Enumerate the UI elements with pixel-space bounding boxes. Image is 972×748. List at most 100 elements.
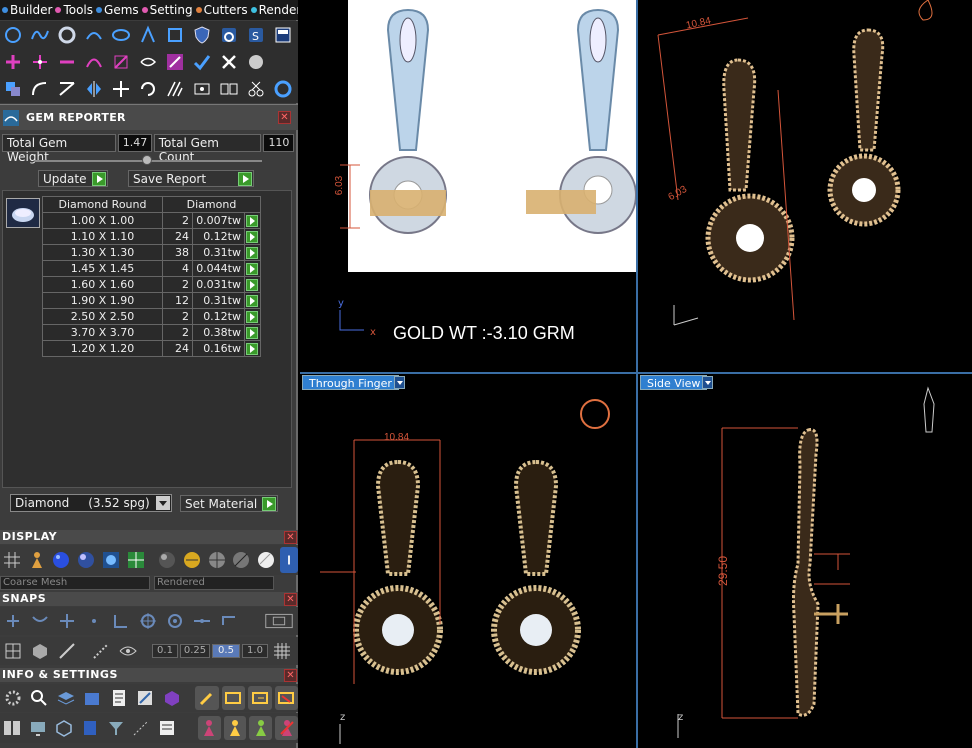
view-name-label[interactable]: Side View xyxy=(640,375,708,390)
grid-icon[interactable] xyxy=(1,548,23,572)
magic-icon[interactable] xyxy=(163,50,187,74)
menu-gems[interactable]: Gems xyxy=(96,3,139,17)
set-material-go-icon[interactable] xyxy=(262,497,276,511)
select-gem-arrow-icon[interactable] xyxy=(246,310,258,323)
notes-icon[interactable] xyxy=(133,686,156,710)
dots-icon[interactable] xyxy=(89,639,113,663)
move-icon[interactable] xyxy=(109,77,133,101)
figure-stop-icon[interactable] xyxy=(275,716,299,740)
viewport-front[interactable]: 6.03 y x xyxy=(300,0,636,372)
table-row[interactable]: 2.50 X 2.50 2 0.12tw xyxy=(42,308,261,325)
layers-icon[interactable] xyxy=(54,686,77,710)
figure-run-icon[interactable] xyxy=(249,716,273,740)
snap-value-0-1[interactable]: 0.1 xyxy=(152,644,178,658)
scale-icon[interactable] xyxy=(109,50,133,74)
layout-icon[interactable] xyxy=(125,548,147,572)
gem-cutter-icon[interactable] xyxy=(163,23,187,47)
snap-center-icon[interactable] xyxy=(136,609,160,633)
report-icon[interactable] xyxy=(156,716,179,740)
snap-point-icon[interactable] xyxy=(82,609,106,633)
arc-icon[interactable] xyxy=(82,50,106,74)
snap-curve-icon[interactable] xyxy=(28,609,52,633)
scatter-icon[interactable] xyxy=(130,716,153,740)
pipe-icon[interactable] xyxy=(109,23,133,47)
figure-walk-icon[interactable] xyxy=(223,716,247,740)
close-info-icon[interactable]: ✕ xyxy=(284,669,297,682)
chevron-down-icon[interactable] xyxy=(702,376,713,389)
snap-grid-toggle-icon[interactable] xyxy=(270,639,294,663)
viewport-side-view[interactable]: Side View 29.50 z xyxy=(638,374,972,748)
snap-line-icon[interactable] xyxy=(190,609,214,633)
select-gem-arrow-icon[interactable] xyxy=(246,246,258,259)
view-name-label[interactable]: Through Finger xyxy=(302,375,399,390)
shield-icon[interactable] xyxy=(190,23,214,47)
snap-frame-icon[interactable] xyxy=(261,609,297,633)
table-row[interactable]: 1.90 X 1.90 12 0.31tw xyxy=(42,292,261,309)
boolean-icon[interactable] xyxy=(1,77,25,101)
monitor-icon[interactable] xyxy=(27,716,50,740)
rotate-icon[interactable] xyxy=(136,77,160,101)
bail-icon[interactable] xyxy=(217,23,241,47)
render-sphere-icon[interactable] xyxy=(100,548,122,572)
book-icon[interactable] xyxy=(78,716,101,740)
snap-end-icon[interactable] xyxy=(217,609,241,633)
snap-grid-icon[interactable] xyxy=(1,609,25,633)
freeform-curve-icon[interactable] xyxy=(28,23,52,47)
viewport-through-finger[interactable]: Through Finger 10.84 z xyxy=(300,374,636,748)
save-report-go-icon[interactable] xyxy=(238,172,252,186)
array-icon[interactable] xyxy=(163,77,187,101)
chevron-down-icon[interactable] xyxy=(156,496,170,510)
snap-corner-icon[interactable] xyxy=(109,609,133,633)
plus-pink-icon[interactable] xyxy=(1,50,25,74)
snap-value-0-5[interactable]: 0.5 xyxy=(212,644,240,658)
settings-gear-icon[interactable] xyxy=(1,686,24,710)
cross-icon[interactable] xyxy=(217,50,241,74)
figure-icon[interactable] xyxy=(26,548,48,572)
select-gem-arrow-icon[interactable] xyxy=(246,278,258,291)
filter-icon[interactable] xyxy=(104,716,127,740)
table-row[interactable]: 1.00 X 1.00 2 0.007tw xyxy=(42,212,261,229)
render-mode-select[interactable]: Rendered xyxy=(154,576,274,590)
signet-icon[interactable]: S xyxy=(244,23,268,47)
sphere-icon[interactable] xyxy=(244,50,268,74)
table-row[interactable]: 1.30 X 1.30 38 0.31tw xyxy=(42,244,261,261)
export-icon[interactable] xyxy=(248,686,272,710)
check-icon[interactable] xyxy=(190,50,214,74)
select-gem-arrow-icon[interactable] xyxy=(246,326,258,339)
wire-sphere-icon[interactable] xyxy=(206,548,228,572)
table-row[interactable]: 1.60 X 1.60 2 0.031tw xyxy=(42,276,261,293)
search-icon[interactable] xyxy=(27,686,50,710)
table-row[interactable]: 1.20 X 1.20 24 0.16tw xyxy=(42,340,261,357)
eye-icon[interactable] xyxy=(116,639,140,663)
menu-builder[interactable]: Builder xyxy=(2,3,52,17)
cut-icon[interactable] xyxy=(244,77,268,101)
menu-render[interactable]: Render xyxy=(250,3,298,17)
delete-icon[interactable] xyxy=(274,686,299,710)
select-gem-arrow-icon[interactable] xyxy=(246,214,258,227)
close-icon[interactable]: ✕ xyxy=(278,111,291,124)
viewport-perspective[interactable]: 10.84 6.03 xyxy=(638,0,972,372)
update-go-icon[interactable] xyxy=(92,172,106,186)
menu-cutters[interactable]: Cutters xyxy=(195,3,248,17)
circle-curve-icon[interactable] xyxy=(1,23,25,47)
table-row[interactable]: 3.70 X 3.70 2 0.38tw xyxy=(42,324,261,341)
prong-icon[interactable] xyxy=(136,23,160,47)
select-gem-arrow-icon[interactable] xyxy=(246,342,258,355)
box-icon[interactable] xyxy=(80,686,103,710)
panels-icon[interactable] xyxy=(1,716,24,740)
close-display-icon[interactable]: ✕ xyxy=(284,531,297,544)
add-point-icon[interactable] xyxy=(28,50,52,74)
split-icon[interactable] xyxy=(217,77,241,101)
round-diamond-icon[interactable] xyxy=(6,198,40,228)
white-sphere-icon[interactable] xyxy=(255,548,277,572)
ring-icon[interactable] xyxy=(55,23,79,47)
snap-circle-icon[interactable] xyxy=(163,609,187,633)
purple-cube-icon[interactable] xyxy=(160,686,183,710)
bend-icon[interactable] xyxy=(28,77,52,101)
select-gem-arrow-icon[interactable] xyxy=(246,230,258,243)
view-grid-icon[interactable] xyxy=(1,639,25,663)
window-icon[interactable] xyxy=(271,23,295,47)
mesh-quality-select[interactable]: Coarse Mesh xyxy=(0,576,150,590)
info-bar-icon[interactable] xyxy=(280,547,299,573)
gold-sphere-icon[interactable] xyxy=(181,548,203,572)
